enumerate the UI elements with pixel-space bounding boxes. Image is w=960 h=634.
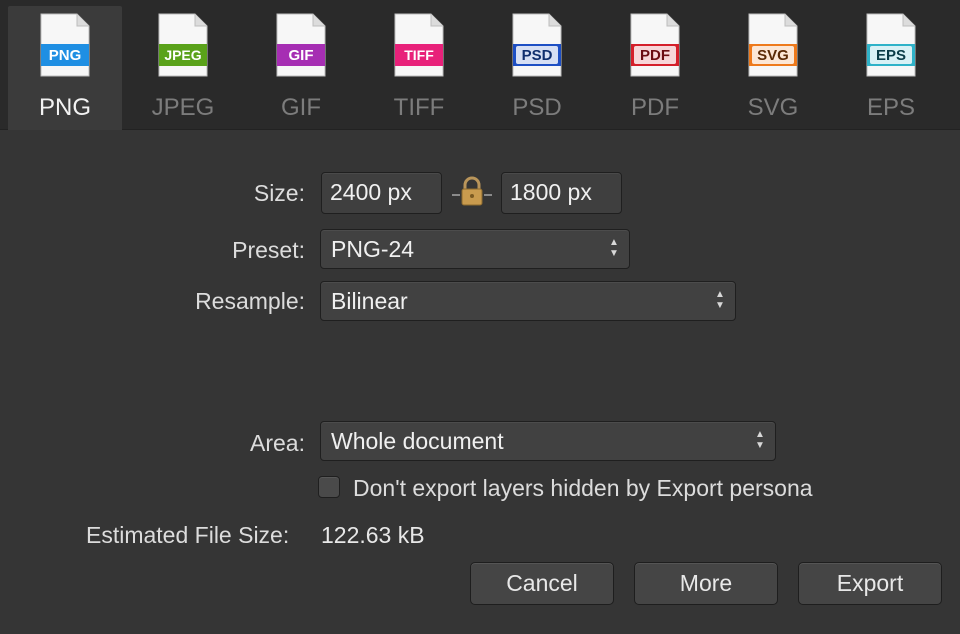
format-tab-tiff[interactable]: TIFF TIFF [362,6,476,130]
format-badge-text: TIFF [404,47,434,63]
format-tab-label: TIFF [393,94,445,121]
hidden-layers-checkbox-label[interactable]: Don't export layers hidden by Export per… [353,475,813,502]
jpeg-file-icon: JPEG [158,13,208,77]
format-tab-svg[interactable]: SVG SVG [716,6,830,130]
format-tab-pdf[interactable]: PDF PDF [598,6,712,130]
format-tab-jpeg[interactable]: JPEG JPEG [126,6,240,130]
preset-label: Preset: [232,237,305,263]
eps-file-icon: EPS [866,13,916,77]
format-tab-eps[interactable]: EPS EPS [834,6,948,130]
estimated-file-size-value: 122.63 kB [321,522,425,548]
png-file-icon: PNG [40,13,90,77]
format-tab-label: SVG [747,94,799,121]
svg-file-icon: SVG [748,13,798,77]
format-badge-text: EPS [876,47,906,64]
area-select[interactable]: Whole document ▲ ▼ [320,421,776,461]
format-tab-label: PNG [38,94,91,121]
format-badge-text: JPEG [164,47,201,63]
format-tab-png[interactable]: PNG PNG [8,6,122,130]
cancel-button[interactable]: Cancel [470,562,614,605]
psd-file-icon: PSD [512,13,562,77]
format-badge-text: PSD [522,47,553,64]
format-tab-label: PSD [512,94,562,121]
format-tab-bar: PNG PNG JPEG JPEG GIF GIF TIFF TIFF PSD PSD PDF PDF… [0,0,960,130]
format-tab-psd[interactable]: PSD PSD [480,6,594,130]
resample-value: Bilinear [331,288,408,314]
pdf-file-icon: PDF [630,13,680,77]
height-input[interactable]: 1800 px [501,172,622,214]
gif-file-icon: GIF [276,13,326,77]
tiff-file-icon: TIFF [394,13,444,77]
updown-chevron-icon: ▲ ▼ [715,289,725,311]
format-badge-text: PNG [49,47,82,64]
size-label: Size: [253,180,305,206]
format-tab-label: EPS [866,94,916,121]
lock-icon[interactable] [452,175,492,211]
format-tab-label: JPEG [151,94,215,121]
preset-select[interactable]: PNG-24 ▲ ▼ [320,229,630,269]
updown-chevron-icon: ▲ ▼ [755,429,765,451]
format-tab-label: GIF [281,94,321,121]
more-button[interactable]: More [634,562,778,605]
export-button[interactable]: Export [798,562,942,605]
format-tab-label: PDF [631,94,679,121]
format-badge-text: GIF [289,47,314,64]
format-badge-text: PDF [640,47,670,64]
area-value: Whole document [331,428,504,454]
updown-chevron-icon: ▲ ▼ [609,237,619,259]
format-tab-gif[interactable]: GIF GIF [244,6,358,130]
estimated-file-size-label: Estimated File Size: [86,522,290,548]
format-badge-text: SVG [757,47,789,64]
hidden-layers-checkbox[interactable] [318,476,340,498]
resample-label: Resample: [195,288,305,314]
resample-select[interactable]: Bilinear ▲ ▼ [320,281,736,321]
preset-value: PNG-24 [331,236,415,262]
width-input[interactable]: 2400 px [321,172,442,214]
area-label: Area: [250,430,305,456]
